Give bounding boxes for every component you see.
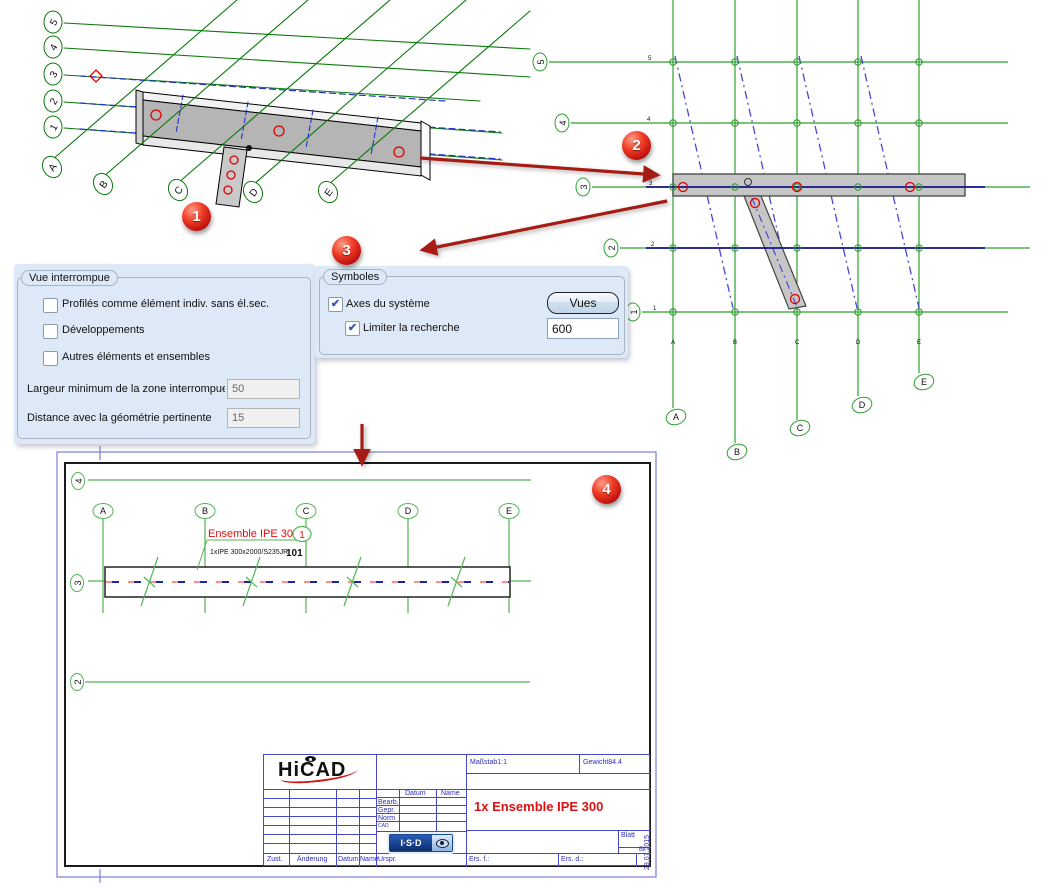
- svg-text:3: 3: [579, 184, 589, 189]
- svg-text:3: 3: [73, 580, 83, 585]
- tb-blatt: Blatt: [621, 832, 635, 840]
- svg-text:A: A: [673, 412, 679, 422]
- svg-text:1: 1: [629, 309, 639, 314]
- isd-logo: I·S·D: [389, 834, 453, 852]
- svg-text:1: 1: [299, 530, 305, 541]
- tb-description: 1x Ensemble IPE 300: [474, 799, 603, 814]
- tb-urspr: Urspr.: [378, 856, 397, 864]
- svg-text:2: 2: [607, 245, 617, 250]
- hicad-logo: HiCAD: [278, 759, 362, 787]
- svg-text:C: C: [303, 506, 310, 516]
- svg-text:1: 1: [653, 306, 657, 312]
- group-title-vue-interrompue: Vue interrompue: [21, 270, 118, 286]
- checkbox-limiter-recherche[interactable]: ✔: [345, 321, 360, 336]
- checkbox-profiles-individual[interactable]: [43, 298, 58, 313]
- panel-symboles: Symboles ✔ Axes du système Vues ✔ Limite…: [315, 266, 628, 358]
- svg-text:5: 5: [648, 56, 652, 62]
- sheet-date: 29.07.2015: [644, 824, 651, 870]
- svg-text:D: D: [856, 340, 861, 346]
- plan-view: 5 4 3 2 1 5 4 3 2 1 A B C D E A B C D E: [533, 0, 1030, 462]
- svg-text:C: C: [795, 340, 800, 346]
- step-badge-4: 4: [592, 475, 621, 504]
- min-width-label: Largeur minimum de la zone interrompue: [27, 383, 225, 395]
- vues-button[interactable]: Vues: [547, 292, 619, 314]
- iso-view: 5 4 3 2 1 A B C D E: [39, 0, 530, 207]
- isd-logo-text: I·S·D: [390, 835, 432, 851]
- checkbox-autres-elements[interactable]: [43, 351, 58, 366]
- step-badge-1: 1: [182, 202, 211, 231]
- panel-vue-interrompue: Vue interrompue Profilés comme élément i…: [14, 264, 315, 444]
- min-width-input[interactable]: [227, 379, 300, 399]
- tb-col-datum: Datum: [405, 790, 426, 798]
- svg-text:B: B: [734, 447, 740, 457]
- svg-text:2: 2: [73, 679, 83, 684]
- arrow-view2-to-dialog: [422, 201, 667, 250]
- checkbox-axes-systeme-label[interactable]: Axes du système: [346, 298, 430, 310]
- step-badge-3: 3: [332, 236, 361, 265]
- svg-text:E: E: [506, 506, 512, 516]
- group-title-symboles: Symboles: [323, 269, 387, 285]
- tb-col-name: Name: [441, 790, 460, 798]
- svg-text:4: 4: [558, 120, 568, 125]
- tb-ers-f: Ers. f.:: [469, 856, 489, 864]
- tb-row-norm: Norm: [378, 815, 395, 823]
- checkbox-autres-elements-label[interactable]: Autres éléments et ensembles: [62, 351, 210, 363]
- hicad-eye-icon: [305, 756, 316, 762]
- search-limit-input[interactable]: [547, 318, 619, 339]
- assembly-label: Ensemble IPE 300: [208, 528, 299, 540]
- svg-text:D: D: [859, 400, 866, 410]
- hicad-doc-screenshot: 5 4 3 2 1 A B C D E: [0, 0, 1062, 894]
- checkmark-icon: ✔: [348, 322, 357, 334]
- svg-text:E: E: [921, 377, 927, 387]
- step-badge-2: 2: [622, 131, 651, 160]
- tb-gewicht: Gewicht84.4: [583, 759, 622, 767]
- svg-text:C: C: [797, 423, 804, 433]
- checkbox-profiles-label[interactable]: Profilés comme élément indiv. sans él.se…: [62, 298, 269, 310]
- svg-text:5: 5: [536, 59, 546, 64]
- checkmark-icon: ✔: [331, 298, 340, 310]
- tb-ers-d: Ers. d.:: [561, 856, 583, 864]
- arrow-view1-to-view2: [420, 158, 658, 175]
- tb-name: Name: [360, 856, 379, 864]
- svg-text:4: 4: [74, 478, 84, 483]
- distance-input[interactable]: [227, 408, 300, 428]
- svg-text:E: E: [917, 340, 921, 346]
- iso-axis-number-bubbles: 5 4 3 2 1: [44, 11, 62, 138]
- iso-column: [216, 147, 247, 207]
- isd-eye-icon: [432, 835, 452, 851]
- tb-massstab: Maßstab1:1: [470, 759, 507, 767]
- checkbox-developpements-label[interactable]: Développements: [62, 324, 145, 336]
- distance-label: Distance avec la géométrie pertinente: [27, 412, 212, 424]
- checkbox-limiter-recherche-label[interactable]: Limiter la recherche: [363, 322, 460, 334]
- checkbox-developpements[interactable]: [43, 324, 58, 339]
- titleblock: HiCAD Datum Name Bearb. Gepr. Norm CAD I…: [263, 754, 650, 866]
- profile-spec: 1xIPE 300x2000/S235JR: [210, 549, 288, 556]
- tb-row-bearb: Bearb.: [378, 799, 399, 807]
- svg-text:A: A: [100, 506, 106, 516]
- tb-row-gepr: Gepr.: [378, 807, 395, 815]
- svg-text:B: B: [202, 506, 208, 516]
- tb-zust: Zust.: [267, 856, 283, 864]
- svg-text:A: A: [671, 340, 675, 346]
- checkbox-axes-systeme[interactable]: ✔: [328, 297, 343, 312]
- svg-text:4: 4: [647, 117, 651, 123]
- svg-text:D: D: [405, 506, 412, 516]
- tb-datum: Datum: [338, 856, 359, 864]
- plan-axis-letter-bubbles: A B C D E: [664, 372, 936, 462]
- svg-text:B: B: [733, 340, 737, 346]
- position-number: 101: [286, 548, 303, 559]
- tb-row-cad: CAD: [378, 824, 389, 830]
- tb-aenderung: Änderung: [297, 856, 327, 864]
